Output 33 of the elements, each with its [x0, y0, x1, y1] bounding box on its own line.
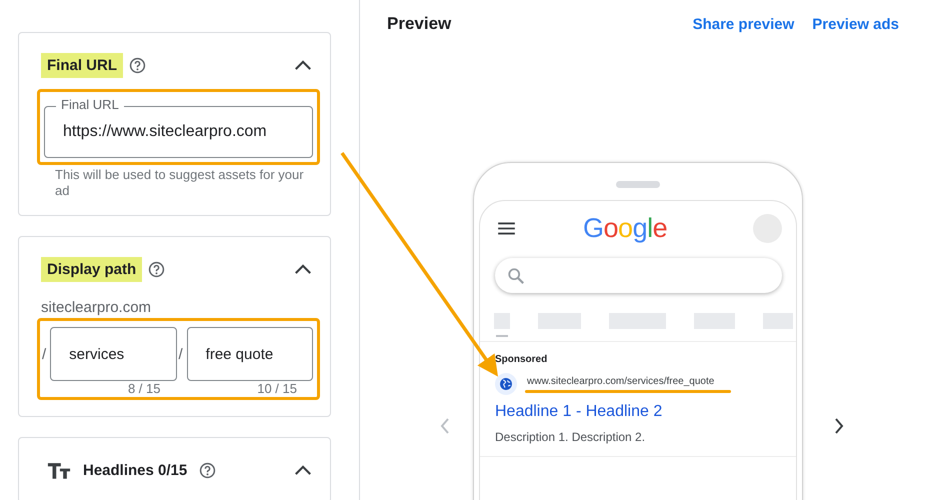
hint-text: This will be used to suggest assets for your ad: [54, 166, 305, 199]
help-icon[interactable]: [148, 260, 166, 278]
field-label: Final URL: [56, 97, 124, 112]
search-engine-logo: Google: [583, 213, 668, 244]
help-icon[interactable]: [199, 462, 216, 478]
preview-link[interactable]: Preview ads: [812, 16, 899, 32]
section-title: Final URL: [41, 52, 123, 78]
ad-url: www.siteclearpro.com/services/free_quote: [526, 376, 716, 387]
globe-icon: [495, 373, 517, 395]
tab-indicator: [496, 335, 508, 337]
slash-text: /: [178, 346, 183, 362]
phone-speaker-icon: [616, 181, 660, 188]
ad-headline[interactable]: Headline 1 - Headline 2: [495, 403, 782, 421]
search-icon: [507, 266, 525, 284]
preview-title: Preview: [387, 14, 452, 34]
field-value: https://www.siteclearpro.com: [63, 123, 267, 141]
character-counter: 8 / 15: [128, 381, 160, 397]
text-size-icon: [47, 460, 71, 480]
help-icon[interactable]: [129, 56, 146, 74]
section-title: Display path: [41, 256, 142, 282]
chevron-icon[interactable]: [294, 464, 312, 476]
ad-description: Description 1. Description 2.: [495, 430, 646, 444]
path-input-field[interactable]: free quote: [186, 327, 313, 381]
chevron-icon[interactable]: [294, 264, 312, 274]
preview-link[interactable]: Share preview: [692, 16, 794, 32]
path-input-field[interactable]: services: [50, 327, 176, 381]
chevron-icon[interactable]: [294, 60, 312, 70]
sponsored-label: Sponsored: [495, 354, 548, 365]
section-title: Headlines 0/15: [82, 460, 188, 480]
menu-icon[interactable]: [498, 222, 515, 235]
character-counter: 10 / 15: [257, 381, 297, 397]
slash-text: /: [42, 346, 46, 362]
domain-text: siteclearpro.com: [41, 299, 152, 316]
